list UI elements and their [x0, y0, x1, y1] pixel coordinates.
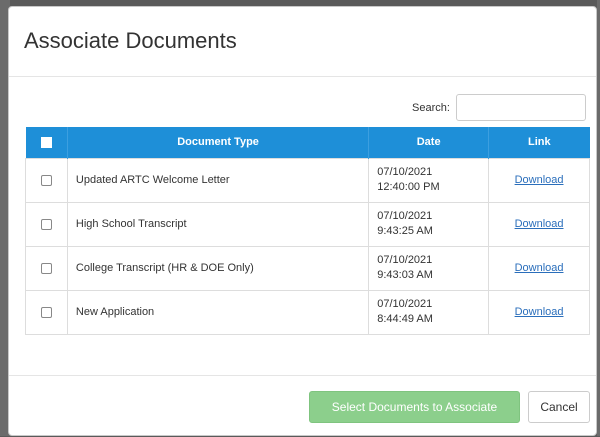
- date-cell: 07/10/2021 8:44:49 AM: [368, 289, 490, 335]
- table-row: College Transcript (HR & DOE Only) 07/10…: [25, 245, 590, 291]
- table-row: High School Transcript 07/10/2021 9:43:2…: [25, 201, 590, 247]
- table-row: New Application 07/10/2021 8:44:49 AM Do…: [25, 289, 590, 335]
- date-header[interactable]: Date: [368, 127, 490, 158]
- row-checkbox[interactable]: [40, 306, 52, 318]
- document-type-header[interactable]: Document Type: [67, 127, 370, 158]
- time-value: 8:44:49 AM: [377, 313, 433, 325]
- download-link[interactable]: Download: [515, 174, 564, 186]
- link-header: Link: [527, 136, 551, 149]
- date-value: 07/10/2021: [377, 298, 433, 310]
- date-cell: 07/10/2021 12:40:00 PM: [368, 157, 490, 203]
- document-type-cell: New Application: [66, 289, 370, 335]
- select-all-checkbox[interactable]: [40, 136, 52, 148]
- download-link[interactable]: Download: [515, 218, 564, 230]
- download-link[interactable]: Download: [515, 306, 564, 318]
- search-input[interactable]: [456, 94, 586, 121]
- document-type-cell: College Transcript (HR & DOE Only): [66, 245, 370, 291]
- table-header-row: Document Type Date Link: [25, 127, 590, 158]
- time-value: 9:43:25 AM: [377, 225, 433, 237]
- document-type-cell: High School Transcript: [66, 201, 370, 247]
- documents-table: Document Type Date Link Updated ARTC Wel…: [25, 127, 590, 335]
- associate-button[interactable]: Select Documents to Associate: [309, 391, 520, 423]
- search-label: Search:: [412, 102, 450, 114]
- document-type-cell: Updated ARTC Welcome Letter: [66, 157, 370, 203]
- modal-header: Associate Documents: [9, 7, 596, 77]
- time-value: 9:43:03 AM: [377, 269, 433, 281]
- row-checkbox[interactable]: [40, 262, 52, 274]
- date-cell: 07/10/2021 9:43:25 AM: [368, 201, 490, 247]
- date-value: 07/10/2021: [377, 254, 433, 266]
- time-value: 12:40:00 PM: [377, 181, 440, 193]
- modal-title: Associate Documents: [24, 28, 237, 53]
- select-all-header: [25, 127, 68, 158]
- date-cell: 07/10/2021 9:43:03 AM: [368, 245, 490, 291]
- download-link[interactable]: Download: [515, 262, 564, 274]
- date-value: 07/10/2021: [377, 166, 433, 178]
- table-row: Updated ARTC Welcome Letter 07/10/2021 1…: [25, 157, 590, 203]
- associate-documents-modal: Associate Documents Search: Document Typ…: [8, 6, 597, 436]
- row-checkbox[interactable]: [40, 174, 52, 186]
- cancel-button[interactable]: Cancel: [528, 391, 590, 423]
- modal-footer: Select Documents to Associate Cancel: [9, 375, 596, 437]
- date-value: 07/10/2021: [377, 210, 433, 222]
- row-checkbox[interactable]: [40, 218, 52, 230]
